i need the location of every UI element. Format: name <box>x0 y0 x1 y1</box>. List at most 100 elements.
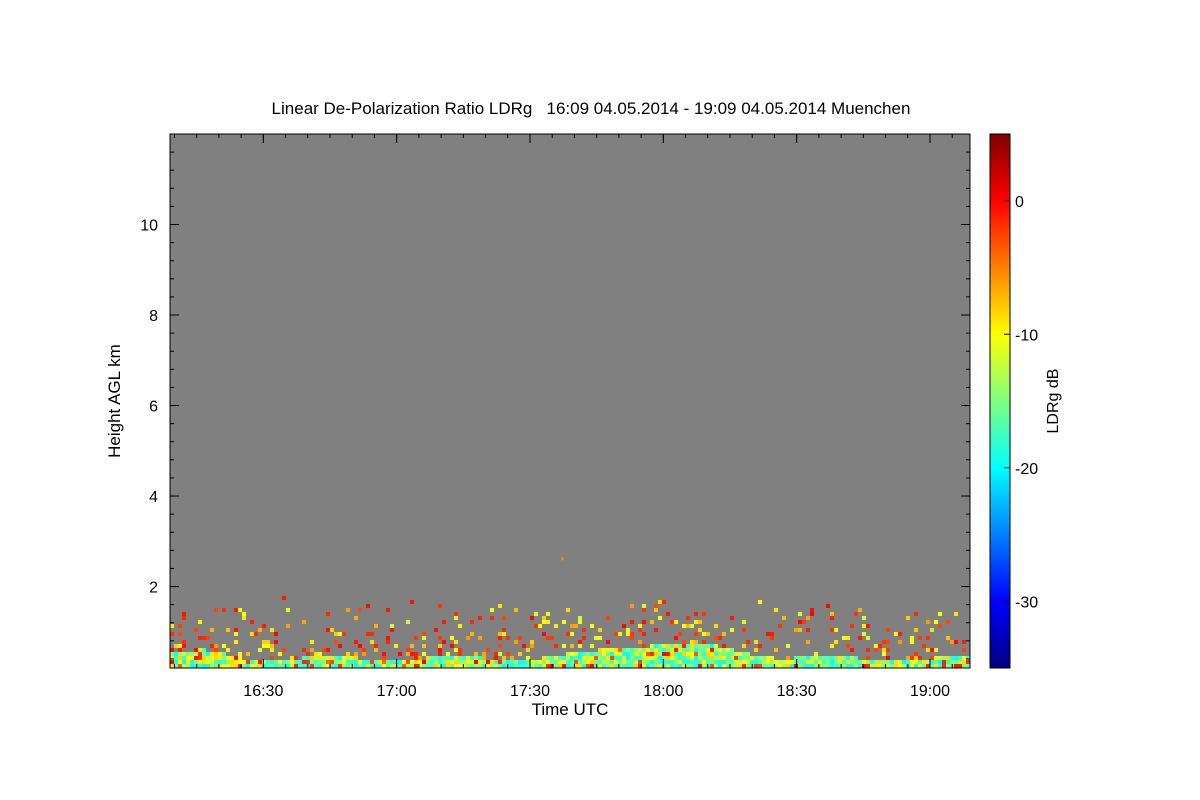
ldr-cell <box>250 660 254 664</box>
ldr-cell <box>542 664 546 668</box>
ldr-cell <box>698 652 702 656</box>
ldr-cell <box>554 656 558 660</box>
ldr-cell <box>950 640 954 644</box>
ldr-cell <box>594 636 598 640</box>
ldr-cell <box>510 656 514 660</box>
ldr-cell <box>698 664 702 668</box>
ldr-cell <box>966 660 970 664</box>
ldr-cell <box>594 652 598 656</box>
ldr-cell <box>418 660 422 664</box>
ldr-cell <box>850 664 854 668</box>
ldr-cell <box>654 608 658 612</box>
ldr-cell <box>726 664 730 668</box>
ldr-cell <box>210 652 214 656</box>
ldr-cell <box>486 648 490 652</box>
ldr-cell <box>178 644 182 648</box>
ldr-cell <box>754 648 758 652</box>
ldr-cell <box>894 660 898 664</box>
ldr-cell <box>886 664 890 668</box>
ldr-cell <box>346 656 350 660</box>
ldr-cell <box>498 644 502 648</box>
ldr-cell <box>502 664 506 668</box>
ldr-cell <box>770 636 774 640</box>
ldr-cell <box>566 652 570 656</box>
ldr-cell <box>694 652 698 656</box>
ldr-cell <box>190 652 194 656</box>
ldr-cell <box>210 656 214 660</box>
ldr-cell <box>270 664 274 668</box>
ldr-cell <box>178 624 182 628</box>
ldr-cell <box>790 664 794 668</box>
ldr-cell <box>614 660 618 664</box>
ldr-cell <box>798 628 802 632</box>
ldr-cell <box>398 660 402 664</box>
ldr-cell <box>222 652 226 656</box>
ldr-cell <box>830 664 834 668</box>
ldr-cell <box>846 636 850 640</box>
ldr-cell <box>686 648 690 652</box>
ldr-cell <box>614 652 618 656</box>
ldr-cell <box>262 644 266 648</box>
ldr-cell <box>766 656 770 660</box>
ldr-cell <box>654 656 658 660</box>
ldr-cell <box>310 656 314 660</box>
ldr-cell <box>906 616 910 620</box>
ldr-cell <box>922 644 926 648</box>
ldr-cell <box>170 652 174 656</box>
ldr-cell <box>950 656 954 660</box>
ldr-cell <box>750 660 754 664</box>
ldr-cell <box>910 636 914 640</box>
ldr-cell <box>718 664 722 668</box>
ldr-cell <box>502 656 506 660</box>
ldr-cell <box>218 652 222 656</box>
ldr-cell <box>618 656 622 660</box>
ldr-cell <box>714 624 718 628</box>
ldr-cell <box>862 664 866 668</box>
ldr-cell <box>706 660 710 664</box>
ldr-cell <box>206 656 210 660</box>
ldr-cell <box>458 660 462 664</box>
ldr-cell <box>446 656 450 660</box>
ldr-cell <box>942 664 946 668</box>
ldr-cell <box>658 652 662 656</box>
ldr-cell <box>218 656 222 660</box>
ldr-cell <box>702 640 706 644</box>
ldr-cell <box>310 648 314 652</box>
ldr-cell <box>458 652 462 656</box>
ldr-cell <box>578 640 582 644</box>
ldr-cell <box>742 644 746 648</box>
ldr-cell <box>366 632 370 636</box>
ldr-cell <box>538 664 542 668</box>
ldr-cell <box>554 644 558 648</box>
ldr-cell <box>510 660 514 664</box>
ldr-cell <box>682 624 686 628</box>
ldr-cell <box>338 660 342 664</box>
ldr-cell <box>214 648 218 652</box>
ldr-cell <box>178 632 182 636</box>
ldr-cell <box>346 608 350 612</box>
ldr-cell <box>886 628 890 632</box>
ldr-cell <box>322 656 326 660</box>
ldr-cell <box>650 656 654 660</box>
ldr-cell <box>690 656 694 660</box>
ldr-cell <box>838 656 842 660</box>
ldr-cell <box>746 652 750 656</box>
ldr-cell <box>786 660 790 664</box>
ldr-cell <box>670 644 674 648</box>
ldr-cell <box>930 656 934 660</box>
ldr-cell <box>710 656 714 660</box>
ldr-cell <box>582 660 586 664</box>
ldr-cell <box>854 664 858 668</box>
ldr-cell <box>406 648 410 652</box>
ldr-cell <box>766 660 770 664</box>
ldr-cell <box>734 656 738 660</box>
ldr-cell <box>650 648 654 652</box>
ldr-cell <box>886 640 890 644</box>
ldr-cell <box>778 664 782 668</box>
ldr-cell <box>346 652 350 656</box>
ldr-cell <box>958 656 962 660</box>
ldr-cell <box>742 652 746 656</box>
ldr-cell <box>710 644 714 648</box>
ldr-cell <box>886 648 890 652</box>
ldr-cell <box>494 652 498 656</box>
